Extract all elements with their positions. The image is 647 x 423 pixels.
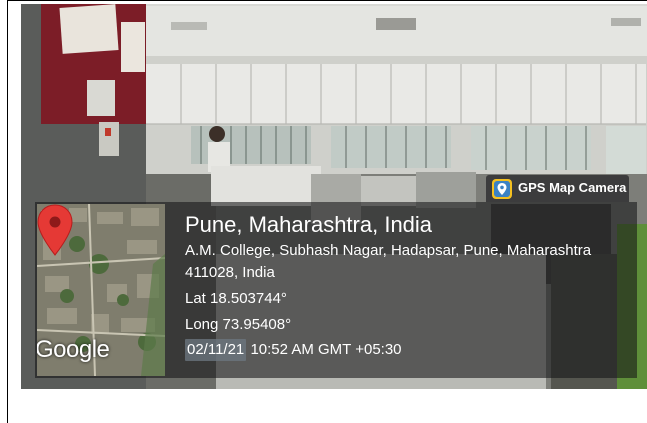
place-title: Pune, Maharashtra, India xyxy=(185,212,433,237)
gps-map-camera-label: GPS Map Camera xyxy=(518,180,627,195)
location-details: Pune, Maharashtra, India A.M. College, S… xyxy=(185,212,635,361)
latitude-text: Lat 18.503744° xyxy=(185,290,287,307)
page-left-rule xyxy=(7,0,8,423)
gps-map-camera-icon xyxy=(492,179,512,199)
geotagged-office-photo: Google Pune, Maharashtra, India A.M. Col… xyxy=(21,4,647,389)
longitude-text: Long 73.95408° xyxy=(185,316,292,333)
location-pin-icon xyxy=(37,204,73,256)
page-top-rule xyxy=(7,0,647,1)
time-text: 10:52 AM GMT +05:30 xyxy=(250,341,402,358)
address-line-1: A.M. College, Subhash Nagar, Hadapsar, P… xyxy=(185,242,592,259)
address-line-2: 411028, India xyxy=(185,264,275,281)
timestamp: 02/11/21 10:52 AM GMT +05:30 xyxy=(185,339,635,361)
date-text: 02/11/21 xyxy=(185,339,247,361)
google-logo: Google xyxy=(37,336,110,363)
location-info-overlay: Google Pune, Maharashtra, India A.M. Col… xyxy=(35,202,637,378)
map-thumbnail: Google xyxy=(37,204,165,376)
gps-map-camera-badge: GPS Map Camera xyxy=(486,175,629,202)
